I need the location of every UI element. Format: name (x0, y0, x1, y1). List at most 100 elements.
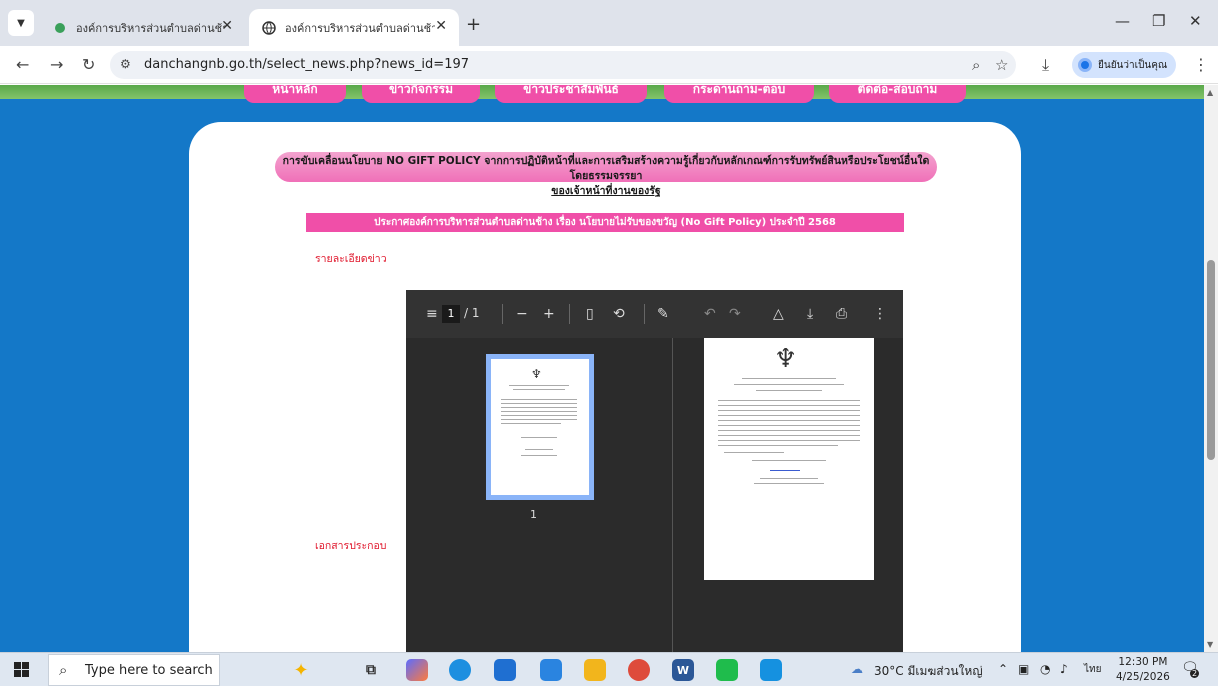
text-line (718, 445, 838, 446)
thumbnail-sidebar: ♆ 1 (406, 338, 673, 652)
garuda-emblem-icon: ♆ (531, 367, 542, 381)
zoom-out-icon[interactable]: − (516, 306, 528, 322)
url-text[interactable]: danchangnb.go.th/select_news.php?news_id… (144, 57, 469, 72)
redo-icon[interactable]: ↷ (729, 306, 741, 322)
fit-page-icon[interactable]: ▯ (586, 306, 594, 322)
news-headline: การขับเคลื่อนนโยบาย NO GIFT POLICY จากกา… (275, 154, 937, 199)
nav-public-relations[interactable]: ข่าวประชาสัมพันธ์ (495, 85, 647, 103)
tab-inactive[interactable]: องค์การบริหารส่วนตำบลด่านช้าง อำเ ✕ (40, 9, 245, 46)
announcement-title: ประกาศองค์การบริหารส่วนตำบลด่านช้าง เรื่… (306, 213, 904, 232)
photos-app-icon[interactable] (540, 659, 562, 681)
tab-active[interactable]: องค์การบริหารส่วนตำบลด่านช้าง อำเ ✕ (249, 9, 459, 46)
copilot-sparkle-icon[interactable]: ✦ (290, 659, 312, 681)
text-line (718, 420, 860, 421)
thumbnail-page: ♆ (491, 359, 589, 495)
language-indicator[interactable]: ไทย (1084, 662, 1101, 677)
text-line (718, 415, 860, 416)
forward-icon[interactable]: → (50, 55, 63, 74)
text-line (756, 390, 822, 391)
profile-avatar-icon (1078, 58, 1092, 72)
toolbar-divider (569, 304, 570, 324)
browser-menu-icon[interactable]: ⋮ (1193, 55, 1209, 74)
text-line (501, 415, 577, 416)
zoom-in-icon[interactable]: + (543, 306, 555, 322)
weather-text[interactable]: 30°C มีเมฆส่วนใหญ่ (874, 662, 983, 681)
text-line (754, 483, 824, 484)
text-line (718, 440, 860, 441)
close-tab-icon[interactable]: ✕ (221, 18, 233, 34)
meet-now-icon[interactable]: ▣ (1018, 662, 1029, 676)
windows-start-icon[interactable] (14, 662, 29, 681)
headline-line-1: การขับเคลื่อนนโยบาย NO GIFT POLICY จากกา… (282, 155, 930, 182)
text-line (501, 403, 577, 404)
signature-line (525, 449, 553, 450)
search-icon: ⌕ (59, 661, 68, 679)
file-explorer-icon[interactable] (584, 659, 606, 681)
system-clock[interactable]: 12:30 PM 4/25/2026 (1116, 655, 1170, 685)
tray-chevron-icon[interactable]: ⌃ (998, 662, 1008, 676)
download-icon[interactable]: ⤓ (807, 306, 813, 322)
chrome-browser-icon[interactable] (628, 659, 650, 681)
nav-qa-board[interactable]: กระดานถาม-ตอบ (664, 85, 814, 103)
downloads-icon[interactable]: ⤓ (1042, 55, 1049, 75)
draw-icon[interactable]: ✎ (657, 306, 669, 322)
rotate-icon[interactable]: ⟲ (613, 306, 625, 322)
tab-bar: ▼ องค์การบริหารส่วนตำบลด่านช้าง อำเ ✕ อง… (0, 0, 1218, 46)
close-tab-icon[interactable]: ✕ (435, 18, 447, 34)
drive-icon[interactable]: △ (773, 306, 784, 322)
restore-icon[interactable]: ❐ (1152, 12, 1165, 30)
paint-app-icon[interactable] (760, 659, 782, 681)
bookmark-star-icon[interactable]: ☆ (995, 56, 1008, 74)
word-app-icon[interactable]: W (672, 659, 694, 681)
toolbar-divider (502, 304, 503, 324)
content-card: การขับเคลื่อนนโยบาย NO GIFT POLICY จากกา… (189, 122, 1021, 652)
page-scrollbar[interactable]: ▲ ▼ (1204, 85, 1218, 652)
text-line (718, 400, 860, 401)
print-icon[interactable]: ⎙ (836, 306, 847, 322)
tab-search-button[interactable]: ▼ (8, 10, 34, 36)
page-thumbnail[interactable]: ♆ (486, 354, 594, 500)
new-tab-icon[interactable]: + (466, 14, 481, 35)
nav-home[interactable]: หน้าหลัก (244, 85, 346, 103)
reload-icon[interactable]: ↻ (82, 55, 95, 74)
profile-button[interactable]: ยืนยันว่าเป็นคุณ (1072, 52, 1176, 78)
garuda-emblem-icon: ♆ (774, 344, 798, 374)
task-view-icon[interactable]: ⧉ (360, 659, 382, 681)
microsoft-store-icon[interactable] (494, 659, 516, 681)
scroll-down-icon[interactable]: ▼ (1207, 640, 1213, 649)
back-icon[interactable]: ← (16, 55, 29, 74)
notification-count: 2 (1190, 669, 1200, 678)
pdf-viewer[interactable]: ≡ 1 / 1 − + ▯ ⟲ ✎ ↶ ↷ △ ⤓ ⎙ ⋮ ♆ 1 ♆ (406, 290, 903, 652)
tab-title: องค์การบริหารส่วนตำบลด่านช้าง อำเ (285, 21, 435, 35)
scrollbar-thumb[interactable] (1207, 260, 1215, 460)
line-app-icon[interactable] (716, 659, 738, 681)
signature-line (770, 470, 800, 471)
pdf-toolbar: ≡ 1 / 1 − + ▯ ⟲ ✎ ↶ ↷ △ ⤓ ⎙ ⋮ (406, 290, 903, 338)
profile-label: ยืนยันว่าเป็นคุณ (1098, 59, 1168, 71)
wifi-icon[interactable]: ◔ (1040, 662, 1050, 676)
taskbar-search-placeholder: Type here to search (85, 663, 213, 678)
copilot-app-icon[interactable] (406, 659, 428, 681)
scroll-up-icon[interactable]: ▲ (1207, 88, 1213, 97)
url-field[interactable]: ⚙ danchangnb.go.th/select_news.php?news_… (110, 51, 1016, 79)
text-line (718, 435, 860, 436)
text-line (501, 419, 577, 420)
weather-icon[interactable]: ☁ (851, 662, 863, 676)
nav-activities[interactable]: ข่าวกิจกรรม (362, 85, 480, 103)
tab-title: องค์การบริหารส่วนตำบลด่านช้าง อำเ (76, 21, 226, 35)
notification-center-icon[interactable]: 🗨 2 (1181, 660, 1200, 678)
text-line (509, 385, 569, 386)
minimize-icon[interactable]: — (1115, 12, 1130, 30)
zoom-icon[interactable]: ⌕ (972, 56, 980, 74)
undo-icon[interactable]: ↶ (704, 306, 716, 322)
volume-icon[interactable]: ♪ (1060, 662, 1068, 676)
nav-contact[interactable]: ติดต่อ-สอบถาม (829, 85, 966, 103)
menu-icon[interactable]: ≡ (426, 306, 438, 322)
close-window-icon[interactable]: ✕ (1189, 12, 1202, 30)
more-icon[interactable]: ⋮ (873, 306, 887, 322)
page-number-input[interactable]: 1 (442, 305, 460, 323)
edge-browser-icon[interactable] (449, 659, 471, 681)
site-info-icon[interactable]: ⚙ (120, 57, 131, 71)
text-line (718, 425, 860, 426)
taskbar-search-field[interactable]: ⌕ Type here to search (48, 654, 220, 686)
